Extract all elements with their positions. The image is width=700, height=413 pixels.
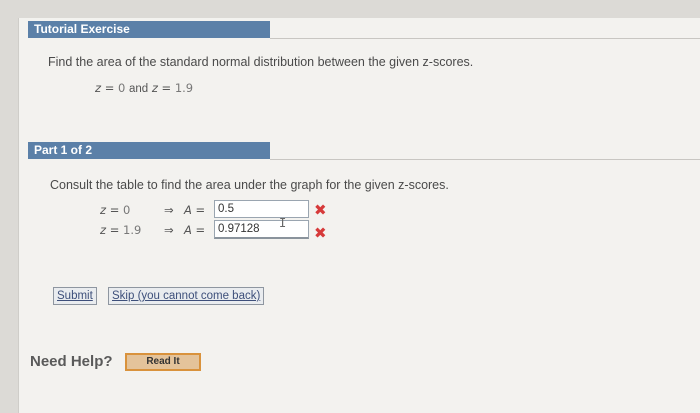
given-z-scores: z = 0 and z = 1.9 <box>95 81 193 95</box>
row1-z-val: 0 <box>123 203 131 217</box>
submit-button[interactable]: Submit <box>53 287 97 305</box>
row1-eq: = <box>109 203 120 217</box>
row1-z-var: z <box>100 203 107 217</box>
row2-answer-input[interactable]: 0.97128 <box>214 220 309 239</box>
given-z1-val: 0 <box>118 81 126 95</box>
part-header-label: Part 1 of 2 <box>34 143 93 157</box>
row1-arrow: ⇒ <box>164 203 174 217</box>
part-header-rule <box>270 159 700 160</box>
tutorial-header-rule <box>270 38 700 39</box>
row1-a-var: A <box>184 203 192 217</box>
given-z2-eq: = <box>161 81 172 95</box>
row2-incorrect-icon: ✖ <box>314 224 327 242</box>
row1-incorrect-icon: ✖ <box>314 201 327 219</box>
need-help-label: Need Help? <box>30 353 113 370</box>
row1-a-eq: = <box>195 203 206 217</box>
tutorial-header-label: Tutorial Exercise <box>34 22 130 36</box>
row1-equation: z = 0 <box>100 203 130 217</box>
row2-a-eq: = <box>195 223 206 237</box>
row1-answer-input[interactable]: 0.5 <box>214 200 309 218</box>
given-z1-eq: = <box>104 81 115 95</box>
row2-z-var: z <box>100 223 107 237</box>
given-z1-var: z <box>95 81 102 95</box>
tutorial-instruction: Find the area of the standard normal dis… <box>48 55 474 69</box>
row1-area-label: A = <box>184 203 205 217</box>
read-it-button[interactable]: Read It <box>125 353 201 371</box>
row2-equation: z = 1.9 <box>100 223 141 237</box>
row2-eq: = <box>109 223 120 237</box>
row2-z-val: 1.9 <box>123 223 142 237</box>
text-cursor-icon: I <box>279 216 287 230</box>
given-z2-var: z <box>151 81 158 95</box>
row2-arrow: ⇒ <box>164 223 174 237</box>
skip-button[interactable]: Skip (you cannot come back) <box>108 287 265 305</box>
given-z2-val: 1.9 <box>174 81 194 95</box>
part-instruction: Consult the table to find the area under… <box>50 178 449 192</box>
row2-area-label: A = <box>184 223 205 237</box>
row2-a-var: A <box>184 223 192 237</box>
given-conj: and <box>128 83 149 95</box>
part-header: Part 1 of 2 <box>28 142 270 159</box>
tutorial-header: Tutorial Exercise <box>28 21 270 38</box>
